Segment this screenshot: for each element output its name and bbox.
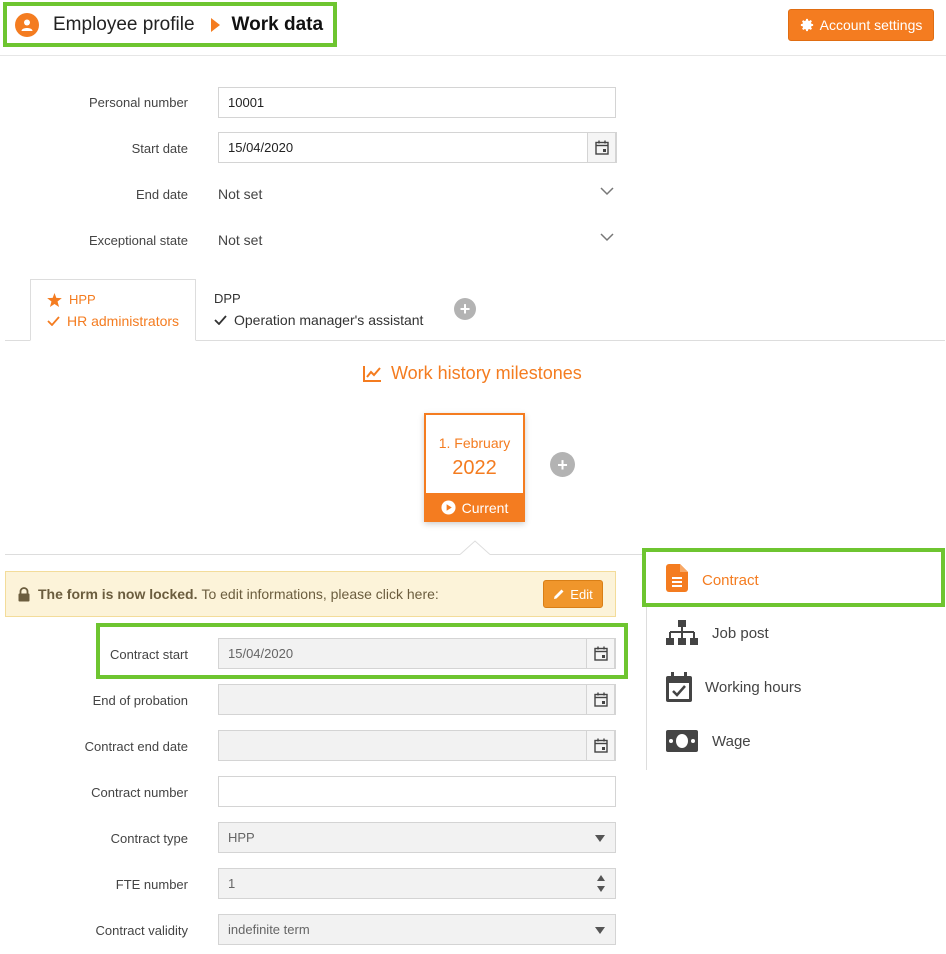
calendar-icon[interactable]: [586, 730, 615, 761]
milestones-title: Work history milestones: [363, 363, 582, 384]
exceptional-state-select[interactable]: Not set: [218, 224, 616, 255]
personal-number-label: Personal number: [89, 95, 188, 110]
add-milestone-button[interactable]: +: [550, 452, 575, 477]
check-icon: [47, 316, 60, 326]
side-nav-label-contract: Contract: [702, 572, 759, 589]
calendar-icon[interactable]: [587, 132, 616, 163]
section-divider: [490, 554, 642, 555]
contract-validity-label: Contract validity: [95, 923, 188, 938]
check-icon: [214, 315, 227, 325]
chevron-down-icon: [600, 187, 614, 196]
fte-number-value: 1: [228, 876, 236, 891]
plus-icon: +: [557, 454, 568, 475]
locked-banner: The form is now locked. To edit informat…: [5, 571, 616, 617]
banknote-icon: [666, 730, 698, 752]
contract-type-value: HPP: [228, 830, 255, 845]
personal-number-value: 10001: [228, 95, 265, 110]
contract-validity-select[interactable]: indefinite term: [218, 914, 616, 945]
tab-dpp-subtitle: Operation manager's assistant: [234, 312, 424, 328]
lock-icon: [18, 586, 30, 601]
contract-start-highlight: [96, 623, 628, 679]
account-settings-label: Account settings: [819, 17, 923, 33]
locked-banner-text: To edit informations, please click here:: [201, 586, 439, 602]
side-nav-label-wage: Wage: [712, 732, 751, 750]
calendar-check-icon: [666, 672, 692, 702]
milestone-year: 2022: [452, 457, 497, 479]
account-settings-button[interactable]: Account settings: [788, 9, 934, 41]
milestone-status-label: Current: [461, 499, 509, 516]
milestone-pointer: [460, 540, 490, 555]
caret-down-icon: [595, 927, 605, 934]
side-nav-label-working-hours: Working hours: [705, 678, 802, 696]
fte-number-label: FTE number: [115, 877, 188, 892]
exceptional-state-label: Exceptional state: [88, 233, 188, 248]
tab-hpp-title: HPP: [69, 292, 96, 307]
chevron-down-icon: [600, 233, 614, 242]
line-chart-icon: [363, 366, 381, 382]
calendar-icon[interactable]: [586, 684, 615, 715]
play-icon: [441, 500, 456, 515]
spinner-up-icon[interactable]: [597, 875, 605, 881]
side-nav-item-contract[interactable]: Contract: [642, 548, 945, 607]
side-nav-item-wage[interactable]: Wage: [666, 730, 751, 752]
contract-type-label: Contract type: [110, 831, 188, 846]
tab-hpp-subtitle: HR administrators: [67, 313, 180, 329]
exceptional-state-value: Not set: [218, 231, 263, 248]
number-spinner[interactable]: [597, 875, 605, 892]
edit-label: Edit: [570, 586, 593, 602]
star-icon: [47, 292, 62, 307]
personal-number-input[interactable]: 10001: [218, 87, 616, 118]
end-date-select[interactable]: Not set: [218, 178, 616, 209]
gear-icon: [800, 18, 813, 32]
side-nav-label-job-post: Job post: [712, 624, 769, 642]
add-tab-button[interactable]: +: [454, 298, 476, 320]
document-icon: [666, 563, 688, 592]
edit-button[interactable]: Edit: [543, 580, 603, 608]
org-chart-icon: [666, 620, 698, 645]
tab-dpp[interactable]: DPP Operation manager's assistant: [214, 291, 423, 328]
fte-number-input[interactable]: 1: [218, 868, 616, 899]
breadcrumb: Employee profile Work data: [3, 2, 337, 47]
breadcrumb-current: Work data: [231, 13, 324, 35]
spinner-down-icon[interactable]: [597, 886, 605, 892]
tab-dpp-title: DPP: [214, 291, 241, 306]
start-date-input[interactable]: 15/04/2020: [218, 132, 617, 163]
contract-end-date-input[interactable]: [218, 730, 616, 761]
user-icon: [15, 12, 39, 37]
milestone-day: 1. February: [438, 435, 511, 451]
end-of-probation-input[interactable]: [218, 684, 616, 715]
breadcrumb-parent[interactable]: Employee profile: [53, 14, 195, 36]
milestone-card[interactable]: 1. February 2022 Current: [424, 413, 525, 522]
contract-type-select[interactable]: HPP: [218, 822, 616, 853]
header-divider: [0, 55, 946, 56]
side-nav-item-working-hours[interactable]: Working hours: [666, 672, 801, 702]
section-divider: [5, 554, 460, 555]
start-date-label: Start date: [131, 141, 188, 156]
start-date-value: 15/04/2020: [228, 140, 294, 155]
pencil-icon: [554, 589, 564, 599]
contract-number-input[interactable]: [218, 776, 616, 807]
end-date-value: Not set: [218, 185, 263, 202]
locked-banner-bold: The form is now locked.: [38, 586, 198, 602]
contract-end-date-label: Contract end date: [84, 739, 188, 754]
contract-validity-value: indefinite term: [228, 922, 310, 937]
plus-icon: +: [459, 299, 471, 319]
side-nav-item-job-post[interactable]: Job post: [666, 620, 769, 646]
tab-hpp[interactable]: HPP HR administrators: [30, 279, 196, 341]
milestone-status: Current: [424, 493, 525, 522]
contract-number-label: Contract number: [91, 785, 188, 800]
caret-down-icon: [595, 835, 605, 842]
end-of-probation-label: End of probation: [92, 693, 188, 708]
breadcrumb-separator-icon: [210, 17, 220, 32]
end-date-label: End date: [135, 187, 188, 202]
milestones-title-text: Work history milestones: [391, 363, 582, 383]
